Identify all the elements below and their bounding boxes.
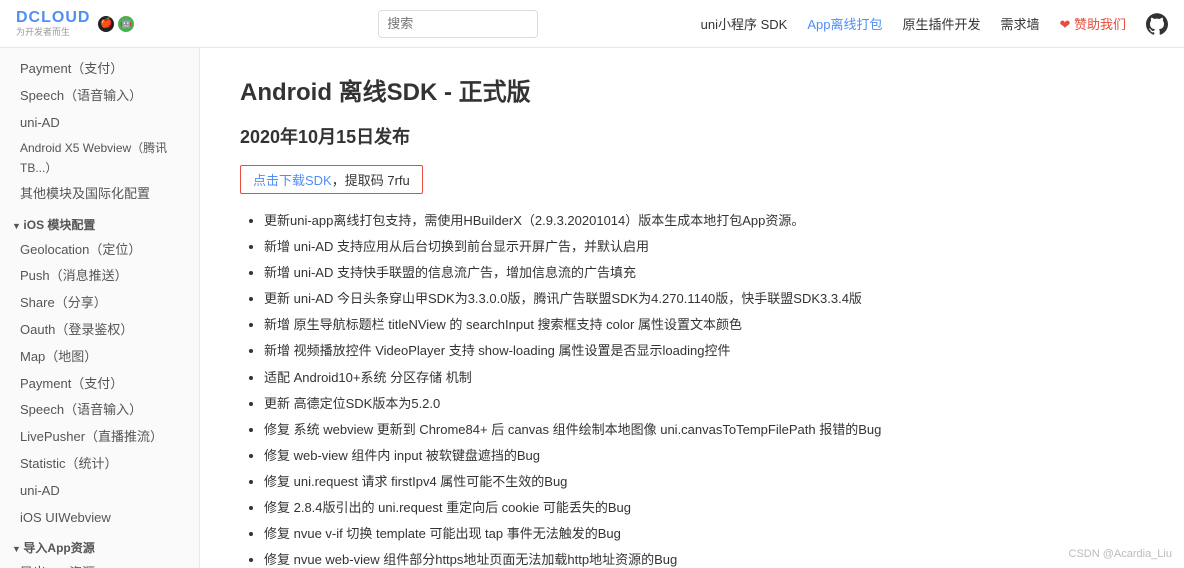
list-item: 修复 nvue v-if 切换 template 可能出现 tap 事件无法触发… [264,523,1144,545]
download-box-1: 点击下载SDK，提取码 7rfu [240,165,423,194]
list-item: 修复 nvue web-view 组件部分https地址页面无法加载http地址… [264,549,1144,568]
logo-sub-text: 为开发者而生 [16,25,90,38]
sidebar-item-oauth-ios[interactable]: Oauth（登录鉴权） [0,317,199,344]
release-date: 2020年10月15日发布 [240,123,1144,149]
app-container: DCLOUD 为开发者而生 🍎 🤖 uni小程序 SDK App离线打包 原生插… [0,0,1184,568]
logo-dcloud: DCLOUD 为开发者而生 [16,9,90,38]
list-item: 修复 web-view 组件内 input 被软键盘遮挡的Bug [264,445,1144,467]
logo-area: DCLOUD 为开发者而生 🍎 🤖 [16,9,216,38]
apple-icons: 🍎 🤖 [98,16,134,32]
sidebar-item-export-app[interactable]: 导出App资源 [0,560,199,568]
footer-watermark: CSDN @Acardia_Liu [1069,548,1173,560]
search-input[interactable] [378,10,538,38]
list-item: 修复 uni.request 请求 firstIpv4 属性可能不生效的Bug [264,471,1144,493]
sidebar-item-speech-android[interactable]: Speech（语音输入） [0,83,199,110]
list-item: 新增 uni-AD 支持应用从后台切换到前台显示开屏广告，并默认启用 [264,236,1144,258]
main-content: Android 离线SDK - 正式版 2020年10月15日发布 点击下载SD… [200,48,1184,568]
nav-sponsor[interactable]: ❤ 赞助我们 [1059,14,1126,33]
list-item: 更新 uni-AD 今日头条穿山甲SDK为3.3.0.0版，腾讯广告联盟SDK为… [264,288,1144,310]
sidebar-item-uni-ad-android[interactable]: uni-AD [0,110,199,137]
sidebar-item-uniad-ios[interactable]: uni-AD [0,478,199,505]
list-item: 修复 2.8.4版引出的 uni.request 重定向后 cookie 可能丢… [264,497,1144,519]
sidebar-item-x5webview[interactable]: Android X5 Webview（腾讯TB...） [0,136,199,180]
header-nav: uni小程序 SDK App离线打包 原生插件开发 需求墙 ❤ 赞助我们 [701,13,1168,35]
header-search [216,10,701,38]
sidebar-section-ios[interactable]: iOS 模块配置 [0,212,199,237]
sidebar-item-uiwebview-ios[interactable]: iOS UIWebview [0,505,199,532]
apple-icon: 🍎 [98,16,114,32]
page-title: Android 离线SDK - 正式版 [240,72,1144,107]
list-item: 适配 Android10+系统 分区存储 机制 [264,367,1144,389]
download-link-1[interactable]: 点击下载SDK [253,173,332,188]
list-item: 新增 视频播放控件 VideoPlayer 支持 show-loading 属性… [264,340,1144,362]
nav-app-offline[interactable]: App离线打包 [807,14,882,33]
header: DCLOUD 为开发者而生 🍎 🤖 uni小程序 SDK App离线打包 原生插… [0,0,1184,48]
sidebar-item-push-ios[interactable]: Push（消息推送） [0,263,199,290]
sidebar: Payment（支付） Speech（语音输入） uni-AD Android … [0,48,200,568]
sidebar-item-livepusher-ios[interactable]: LivePusher（直播推流） [0,424,199,451]
nav-uni-sdk[interactable]: uni小程序 SDK [701,14,788,33]
sidebar-item-geolocation-ios[interactable]: Geolocation（定位） [0,237,199,264]
list-item: 新增 uni-AD 支持快手联盟的信息流广告，增加信息流的广告填充 [264,262,1144,284]
body-area: Payment（支付） Speech（语音输入） uni-AD Android … [0,48,1184,568]
sidebar-item-share-ios[interactable]: Share（分享） [0,290,199,317]
github-icon[interactable] [1146,13,1168,35]
sidebar-item-statistic-ios[interactable]: Statistic（统计） [0,451,199,478]
sidebar-item-speech-ios[interactable]: Speech（语音输入） [0,397,199,424]
sidebar-item-payment-ios[interactable]: Payment（支付） [0,371,199,398]
sidebar-item-other-modules[interactable]: 其他模块及国际化配置 [0,181,199,208]
nav-native-plugin[interactable]: 原生插件开发 [902,14,980,33]
list-item: 更新 高德定位SDK版本为5.2.0 [264,393,1144,415]
changelog-list: 更新uni-app离线打包支持，需使用HBuilderX（2.9.3.20201… [240,210,1144,568]
list-item: 更新uni-app离线打包支持，需使用HBuilderX（2.9.3.20201… [264,210,1144,232]
list-item: 修复 系统 webview 更新到 Chrome84+ 后 canvas 组件绘… [264,419,1144,441]
sidebar-section-import[interactable]: 导入App资源 [0,535,199,560]
sidebar-item-payment-android[interactable]: Payment（支付） [0,56,199,83]
download-code-1: ，提取码 7rfu [332,173,410,188]
nav-demand[interactable]: 需求墙 [1000,14,1039,33]
sidebar-item-map-ios[interactable]: Map（地图） [0,344,199,371]
list-item: 新增 原生导航标题栏 titleNView 的 searchInput 搜索框支… [264,314,1144,336]
android-icon: 🤖 [118,16,134,32]
